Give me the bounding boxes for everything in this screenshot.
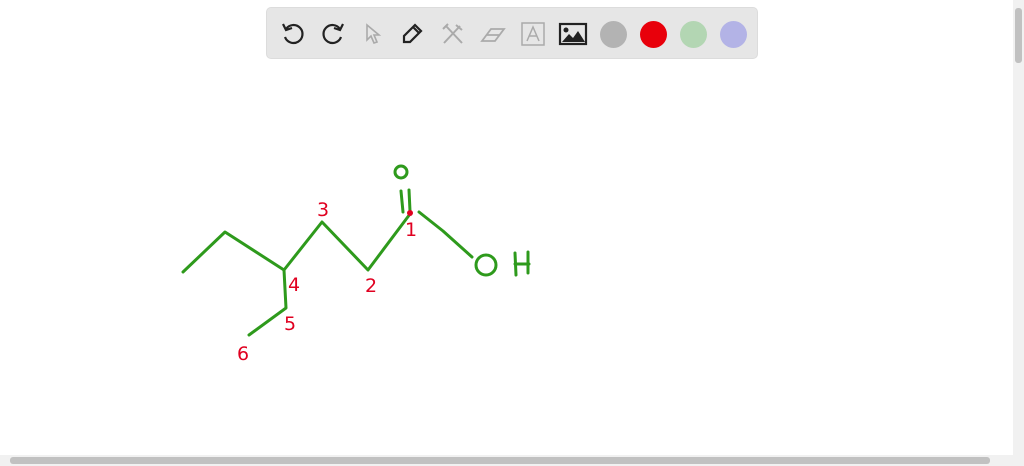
carbon-label-5: 5	[284, 313, 296, 335]
carbon-chain	[181, 212, 412, 274]
horizontal-scroll-thumb[interactable]	[10, 457, 990, 464]
vertical-scrollbar[interactable]	[1013, 0, 1024, 455]
hydrogen-letter	[513, 250, 531, 277]
carbon-label-2: 2	[365, 275, 377, 297]
carbonyl-oxygen-circle	[393, 164, 409, 180]
carbon-1-dot	[407, 210, 413, 216]
vertical-scroll-thumb[interactable]	[1015, 8, 1022, 63]
carbon-label-1: 1	[405, 219, 417, 241]
carbon-label-3: 3	[317, 199, 329, 221]
double-bond-line-1	[399, 189, 405, 214]
drawing-canvas[interactable]: O O H 1 2 3 4 5 6	[0, 0, 1013, 455]
horizontal-scrollbar[interactable]	[0, 455, 1024, 466]
c-oh-bond	[417, 210, 474, 259]
hydroxyl-oxygen-circle	[474, 253, 498, 277]
ethyl-branch	[247, 268, 288, 337]
carbon-label-6: 6	[237, 343, 249, 365]
carbon-label-4: 4	[288, 274, 300, 296]
double-bond-line-2	[407, 188, 412, 213]
